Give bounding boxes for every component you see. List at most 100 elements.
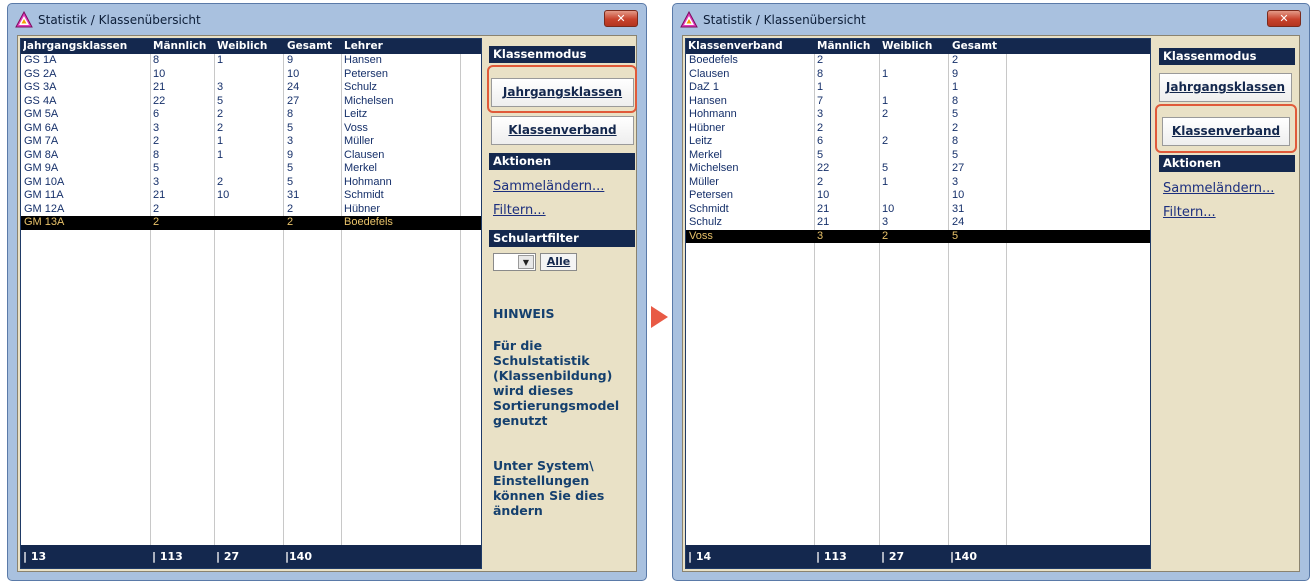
table-cell: 2 — [952, 54, 959, 66]
table-cell: 2 — [217, 121, 224, 134]
table-cell: GM 12A — [24, 202, 65, 215]
table-row[interactable]: Hohmann 3 2 5 — [686, 108, 1150, 122]
table-row[interactable]: Petersen 10 10 — [686, 189, 1150, 203]
table-cell: Müller — [689, 175, 719, 188]
filtern-link[interactable]: Filtern... — [493, 203, 546, 218]
sammelaendern-link[interactable]: Sammeländern... — [1163, 181, 1274, 196]
col-header-total[interactable]: Gesamt — [952, 40, 1012, 52]
table-row[interactable]: GM 10A 3 2 5 Hohmann — [21, 176, 481, 190]
table-cell: 2 — [882, 135, 889, 147]
close-button[interactable]: ✕ — [1267, 10, 1301, 27]
table-cell: 1 — [882, 67, 889, 80]
table-cell: DaZ 1 — [689, 81, 719, 93]
chevron-down-icon[interactable]: ▼ — [518, 255, 534, 269]
table-cell: 21 — [817, 202, 830, 215]
table-cell: 7 — [817, 94, 824, 107]
col-header-class[interactable]: Jahrgangsklassen — [23, 40, 149, 52]
table-cell: 27 — [952, 162, 965, 174]
table-row[interactable]: GS 3A 21 3 24 Schulz — [21, 81, 481, 95]
table-cell: 31 — [287, 189, 300, 201]
table-cell: Hübner — [689, 121, 726, 134]
class-grid: Klassenverband Männlich Weiblich Gesamt … — [685, 38, 1151, 569]
table-cell: Schmidt — [689, 202, 729, 215]
footer-count: | 14 — [688, 550, 712, 563]
klassenverband-button[interactable]: Klassenverband — [491, 116, 634, 145]
table-cell: 2 — [882, 229, 889, 242]
table-row[interactable]: Boedefels 2 2 — [686, 54, 1150, 68]
table-row[interactable]: Hansen 7 1 8 — [686, 95, 1150, 109]
table-cell: 21 — [153, 81, 166, 93]
table-cell: Schmidt — [344, 189, 384, 201]
table-row[interactable]: GS 2A 10 10 Petersen — [21, 68, 481, 82]
table-cell: 5 — [952, 229, 959, 242]
table-cell: 1 — [952, 81, 959, 93]
table-row[interactable]: GM 5A 6 2 8 Leitz — [21, 108, 481, 122]
table-cell: 1 — [882, 175, 889, 188]
col-header-class[interactable]: Klassenverband — [688, 40, 814, 52]
table-row[interactable]: GM 13A 2 2 Boedefels — [21, 216, 481, 230]
table-cell: 9 — [287, 54, 294, 66]
table-cell: Petersen — [344, 67, 389, 80]
table-cell: GS 1A — [24, 54, 57, 66]
table-row[interactable]: DaZ 1 1 1 — [686, 81, 1150, 95]
table-row[interactable]: Leitz 6 2 8 — [686, 135, 1150, 149]
table-cell: Merkel — [689, 148, 723, 161]
table-row[interactable]: GM 6A 3 2 5 Voss — [21, 122, 481, 136]
table-cell: 31 — [952, 202, 965, 215]
table-cell: Voss — [689, 229, 713, 242]
table-cell: GM 11A — [24, 189, 64, 201]
table-row[interactable]: GM 8A 8 1 9 Clausen — [21, 149, 481, 163]
window-title: Statistik / Klassenübersicht — [703, 13, 866, 27]
col-header-total[interactable]: Gesamt — [287, 40, 341, 52]
table-row[interactable]: Voss 3 2 5 — [686, 229, 1150, 243]
highlight-frame — [487, 65, 637, 113]
jahrgangsklassen-button[interactable]: Jahrgangsklassen — [1159, 73, 1292, 102]
sammelaendern-link[interactable]: Sammeländern... — [493, 179, 604, 194]
col-header-male[interactable]: Männlich — [153, 40, 215, 52]
app-triangle-icon — [15, 11, 33, 28]
close-button[interactable]: ✕ — [604, 10, 638, 27]
table-cell: Schulz — [344, 81, 378, 93]
table-row[interactable]: GS 4A 22 5 27 Michelsen — [21, 95, 481, 109]
filtern-link[interactable]: Filtern... — [1163, 205, 1216, 220]
table-cell: Müller — [344, 135, 374, 147]
table-row[interactable]: Hübner 2 2 — [686, 122, 1150, 136]
app-triangle-icon — [680, 11, 698, 28]
table-row[interactable]: GM 11A 21 10 31 Schmidt — [21, 189, 481, 203]
table-cell: 10 — [952, 189, 965, 201]
table-cell: 10 — [817, 189, 830, 201]
table-cell: Leitz — [344, 108, 368, 120]
grid-footer: | 14 | 113 | 27 |140 — [686, 545, 1150, 568]
col-header-teacher[interactable]: Lehrer — [344, 40, 464, 52]
table-row[interactable]: GM 7A 2 1 3 Müller — [21, 135, 481, 149]
table-row[interactable]: Clausen 8 1 9 — [686, 68, 1150, 82]
col-header-female[interactable]: Weiblich — [882, 40, 948, 52]
table-row[interactable]: GM 9A 5 5 Merkel — [21, 162, 481, 176]
table-row[interactable]: GM 12A 2 2 Hübner — [21, 203, 481, 217]
table-row[interactable]: Schulz 21 3 24 — [686, 216, 1150, 230]
left-window: Statistik / Klassenübersicht ✕ Jahrgangs… — [7, 3, 647, 581]
grid-header: Klassenverband Männlich Weiblich Gesamt — [686, 39, 1150, 54]
table-cell: Hansen — [344, 54, 382, 66]
col-header-male[interactable]: Männlich — [817, 40, 879, 52]
section-schulartfilter: Schulartfilter — [489, 230, 635, 247]
table-row[interactable]: Michelsen 22 5 27 — [686, 162, 1150, 176]
transition-arrow — [651, 306, 668, 328]
table-cell: 3 — [952, 175, 959, 188]
table-cell: Michelsen — [344, 94, 394, 107]
table-cell: Michelsen — [689, 162, 739, 174]
col-header-female[interactable]: Weiblich — [217, 40, 283, 52]
table-cell: 2 — [817, 121, 824, 134]
table-row[interactable]: GS 1A 8 1 9 Hansen — [21, 54, 481, 68]
table-row[interactable]: Müller 2 1 3 — [686, 176, 1150, 190]
alle-button[interactable]: Alle — [540, 253, 577, 271]
table-cell: 1 — [817, 81, 824, 93]
table-row[interactable]: Schmidt 21 10 31 — [686, 203, 1150, 217]
table-cell: 2 — [217, 108, 224, 120]
table-row[interactable]: Merkel 5 5 — [686, 149, 1150, 163]
table-cell: 3 — [882, 216, 889, 228]
table-cell: 22 — [153, 94, 166, 107]
schulart-combo[interactable]: ▼ — [493, 253, 536, 271]
table-cell: Petersen — [689, 189, 734, 201]
table-cell: 8 — [952, 135, 959, 147]
